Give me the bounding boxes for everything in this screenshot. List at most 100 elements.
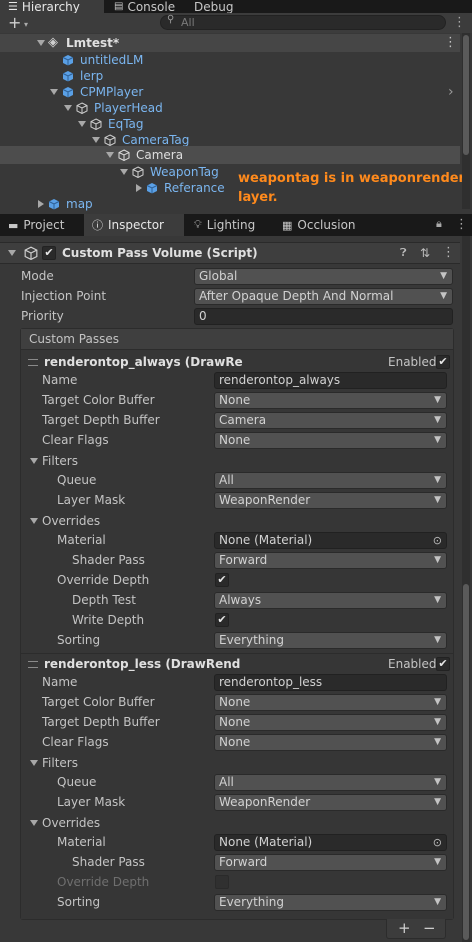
- collapse-arrow-icon[interactable]: [8, 250, 16, 256]
- override-depth-label: Override Depth: [57, 875, 150, 889]
- tab-project[interactable]: ▬ Project: [0, 214, 82, 236]
- filters-foldout[interactable]: Filters: [42, 451, 78, 471]
- scrollbar-thumb[interactable]: [463, 35, 469, 155]
- enabled-label: Enabled: [388, 355, 437, 369]
- more-icon[interactable]: ⋮: [442, 243, 455, 263]
- collapsed-arrow-icon[interactable]: [136, 184, 142, 192]
- search-placeholder: All: [181, 16, 195, 29]
- pass-title[interactable]: renderontop_less (DrawRend: [44, 654, 240, 674]
- tab-hierarchy[interactable]: ☰ Hierarchy: [0, 0, 104, 14]
- target-depth-buffer-dropdown[interactable]: None ▼: [214, 714, 447, 731]
- drag-handle-icon[interactable]: [28, 359, 38, 366]
- target-color-buffer-dropdown[interactable]: None ▼: [214, 392, 447, 409]
- pass-title[interactable]: renderontop_always (DrawRe: [44, 352, 243, 372]
- tab-lighting[interactable]: 💡︎ Lighting: [186, 214, 276, 236]
- lock-icon[interactable]: 🔒︎: [436, 217, 442, 231]
- write-depth-checkbox[interactable]: ✔: [215, 613, 229, 627]
- tab-inspector-label: Inspector: [108, 218, 164, 232]
- layer-mask-value: WeaponRender: [219, 795, 311, 809]
- layer-mask-dropdown[interactable]: WeaponRender ▼: [214, 794, 447, 811]
- tab-inspector[interactable]: ⓘ Inspector: [84, 214, 184, 236]
- more-icon[interactable]: ⋮: [453, 13, 466, 33]
- scrollbar-thumb[interactable]: [463, 584, 469, 940]
- material-field[interactable]: None (Material) ⊙: [214, 834, 447, 851]
- chevron-down-icon[interactable]: ▾: [24, 15, 28, 35]
- priority-field[interactable]: 0: [194, 308, 453, 325]
- collapsed-arrow-icon[interactable]: [38, 200, 44, 208]
- override-depth-checkbox[interactable]: ✔: [215, 573, 229, 587]
- sorting-dropdown[interactable]: Everything ▼: [214, 632, 447, 649]
- tab-debug-label: Debug: [194, 0, 234, 14]
- gameobject-cube-icon: [104, 134, 116, 146]
- target-depth-buffer-dropdown[interactable]: Camera ▼: [214, 412, 447, 429]
- expand-arrow-icon[interactable]: [106, 152, 114, 158]
- clear-flags-value: None: [219, 433, 251, 447]
- filters-foldout[interactable]: Filters: [42, 753, 78, 773]
- queue-dropdown[interactable]: All ▼: [214, 472, 447, 489]
- dropdown-arrow-icon: ▼: [434, 435, 441, 445]
- remove-pass-button[interactable]: −: [423, 919, 436, 937]
- shader-pass-dropdown[interactable]: Forward ▼: [214, 854, 447, 871]
- tab-debug[interactable]: Debug: [186, 0, 246, 14]
- injection-point-dropdown[interactable]: After Opaque Depth And Normal ▼: [194, 288, 453, 305]
- queue-dropdown[interactable]: All ▼: [214, 774, 447, 791]
- object-picker-icon[interactable]: ⊙: [433, 533, 442, 548]
- collapse-arrow-icon[interactable]: [30, 518, 38, 524]
- name-value: renderontop_always: [219, 373, 341, 387]
- target-color-buffer-dropdown[interactable]: None ▼: [214, 694, 447, 711]
- hierarchy-scrollbar[interactable]: [462, 33, 470, 209]
- expand-arrow-icon[interactable]: [37, 40, 45, 46]
- target-depth-buffer-value: Camera: [219, 413, 267, 427]
- collapse-arrow-icon[interactable]: [30, 820, 38, 826]
- overrides-foldout[interactable]: Overrides: [42, 813, 100, 833]
- name-field[interactable]: renderontop_always: [214, 372, 447, 389]
- layer-mask-dropdown[interactable]: WeaponRender ▼: [214, 492, 447, 509]
- target-depth-buffer-label: Target Depth Buffer: [42, 715, 160, 729]
- component-header[interactable]: ✔ Custom Pass Volume (Script) ❓︎ ⇅ ⋮: [0, 242, 460, 264]
- pass-enabled-checkbox[interactable]: ✔: [436, 657, 450, 671]
- clear-flags-dropdown[interactable]: None ▼: [214, 432, 447, 449]
- inspector-scrollbar[interactable]: [462, 236, 470, 942]
- mode-dropdown[interactable]: Global ▼: [194, 268, 453, 285]
- mode-value: Global: [199, 269, 238, 283]
- pass-enabled-checkbox[interactable]: ✔: [436, 355, 450, 369]
- expand-arrow-icon[interactable]: [64, 105, 72, 111]
- drag-handle-icon[interactable]: [28, 661, 38, 668]
- tab-console[interactable]: ▤ Console: [106, 0, 186, 14]
- add-icon[interactable]: +: [8, 13, 21, 33]
- search-input[interactable]: ⚲ All: [160, 14, 446, 30]
- script-cube-icon: [24, 246, 38, 260]
- collapse-arrow-icon[interactable]: [30, 458, 38, 464]
- clear-flags-label: Clear Flags: [42, 433, 109, 447]
- overrides-foldout[interactable]: Overrides: [42, 511, 100, 531]
- expand-arrow-icon[interactable]: [50, 89, 58, 95]
- collapse-arrow-icon[interactable]: [30, 760, 38, 766]
- more-icon[interactable]: ⋮: [455, 217, 468, 232]
- dropdown-arrow-icon: ▼: [434, 897, 441, 907]
- name-field[interactable]: renderontop_less: [214, 674, 447, 691]
- tab-occlusion[interactable]: ▦ Occlusion: [274, 214, 374, 236]
- expand-arrow-icon[interactable]: [92, 137, 100, 143]
- clear-flags-dropdown[interactable]: None ▼: [214, 734, 447, 751]
- gameobject-cube-icon: [118, 149, 130, 161]
- sorting-dropdown[interactable]: Everything ▼: [214, 894, 447, 911]
- tab-occlusion-label: Occlusion: [297, 218, 356, 232]
- sorting-value: Everything: [219, 633, 284, 647]
- component-enabled-checkbox[interactable]: ✔: [42, 246, 56, 260]
- add-pass-button[interactable]: +: [398, 919, 411, 937]
- queue-value: All: [219, 473, 234, 487]
- preset-icon[interactable]: ⇅: [420, 243, 430, 263]
- expand-arrow-icon[interactable]: [120, 169, 128, 175]
- priority-value: 0: [199, 309, 207, 323]
- dropdown-arrow-icon: ▼: [434, 777, 441, 787]
- material-field[interactable]: None (Material) ⊙: [214, 532, 447, 549]
- tab-project-label: Project: [23, 218, 65, 232]
- clear-flags-value: None: [219, 735, 251, 749]
- override-depth-checkbox[interactable]: [215, 875, 229, 889]
- object-picker-icon[interactable]: ⊙: [433, 835, 442, 850]
- dropdown-arrow-icon: ▼: [434, 415, 441, 425]
- depth-test-dropdown[interactable]: Always ▼: [214, 592, 447, 609]
- help-icon[interactable]: ❓︎: [400, 243, 407, 263]
- expand-arrow-icon[interactable]: [78, 121, 86, 127]
- shader-pass-dropdown[interactable]: Forward ▼: [214, 552, 447, 569]
